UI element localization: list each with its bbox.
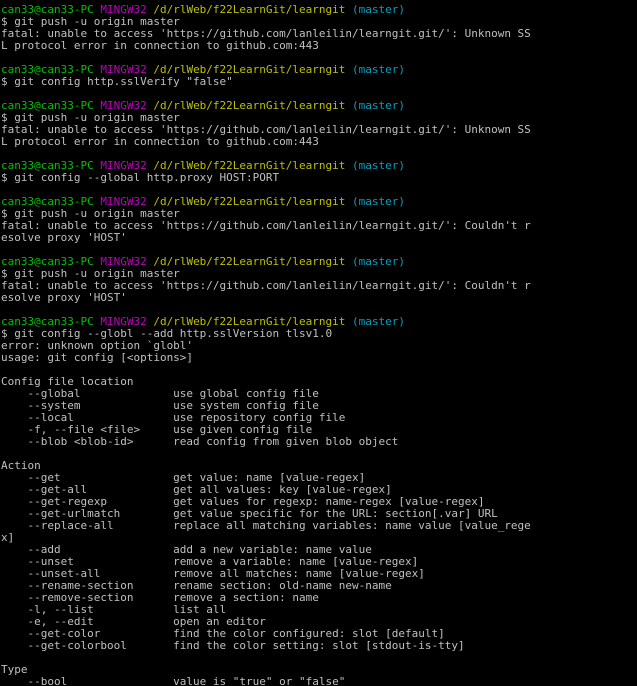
output-line: --blob <blob-id> read config from given … xyxy=(1,435,399,448)
output-line: usage: git config [<options>] xyxy=(1,351,194,364)
prompt-branch: (master) xyxy=(352,63,405,76)
terminal-output[interactable]: can33@can33-PC MINGW32 /d/rlWeb/f22Learn… xyxy=(0,0,637,686)
output-line: L protocol error in connection to github… xyxy=(1,135,319,148)
prompt-branch: (master) xyxy=(352,315,405,328)
prompt-path: /d/rlWeb/f22LearnGit/learngit xyxy=(153,195,346,208)
output-line: esolve proxy 'HOST' xyxy=(1,291,127,304)
prompt-path: /d/rlWeb/f22LearnGit/learngit xyxy=(153,99,346,112)
output-line: L protocol error in connection to github… xyxy=(1,39,319,52)
prompt-branch: (master) xyxy=(352,195,405,208)
output-line: --get-colorbool find the color setting: … xyxy=(1,639,465,652)
prompt-path: /d/rlWeb/f22LearnGit/learngit xyxy=(153,3,346,16)
output-line: $ git config --global http.proxy HOST:PO… xyxy=(1,171,280,184)
prompt-branch: (master) xyxy=(352,255,405,268)
prompt-branch: (master) xyxy=(352,3,405,16)
output-line: --bool value is "true" or "false" xyxy=(1,675,346,686)
prompt-path: /d/rlWeb/f22LearnGit/learngit xyxy=(153,255,346,268)
prompt-branch: (master) xyxy=(352,159,405,172)
output-line: $ git config http.sslVerify "false" xyxy=(1,75,233,88)
output-line: --replace-all replace all matching varia… xyxy=(1,519,531,532)
prompt-branch: (master) xyxy=(352,99,405,112)
output-line: esolve proxy 'HOST' xyxy=(1,231,127,244)
